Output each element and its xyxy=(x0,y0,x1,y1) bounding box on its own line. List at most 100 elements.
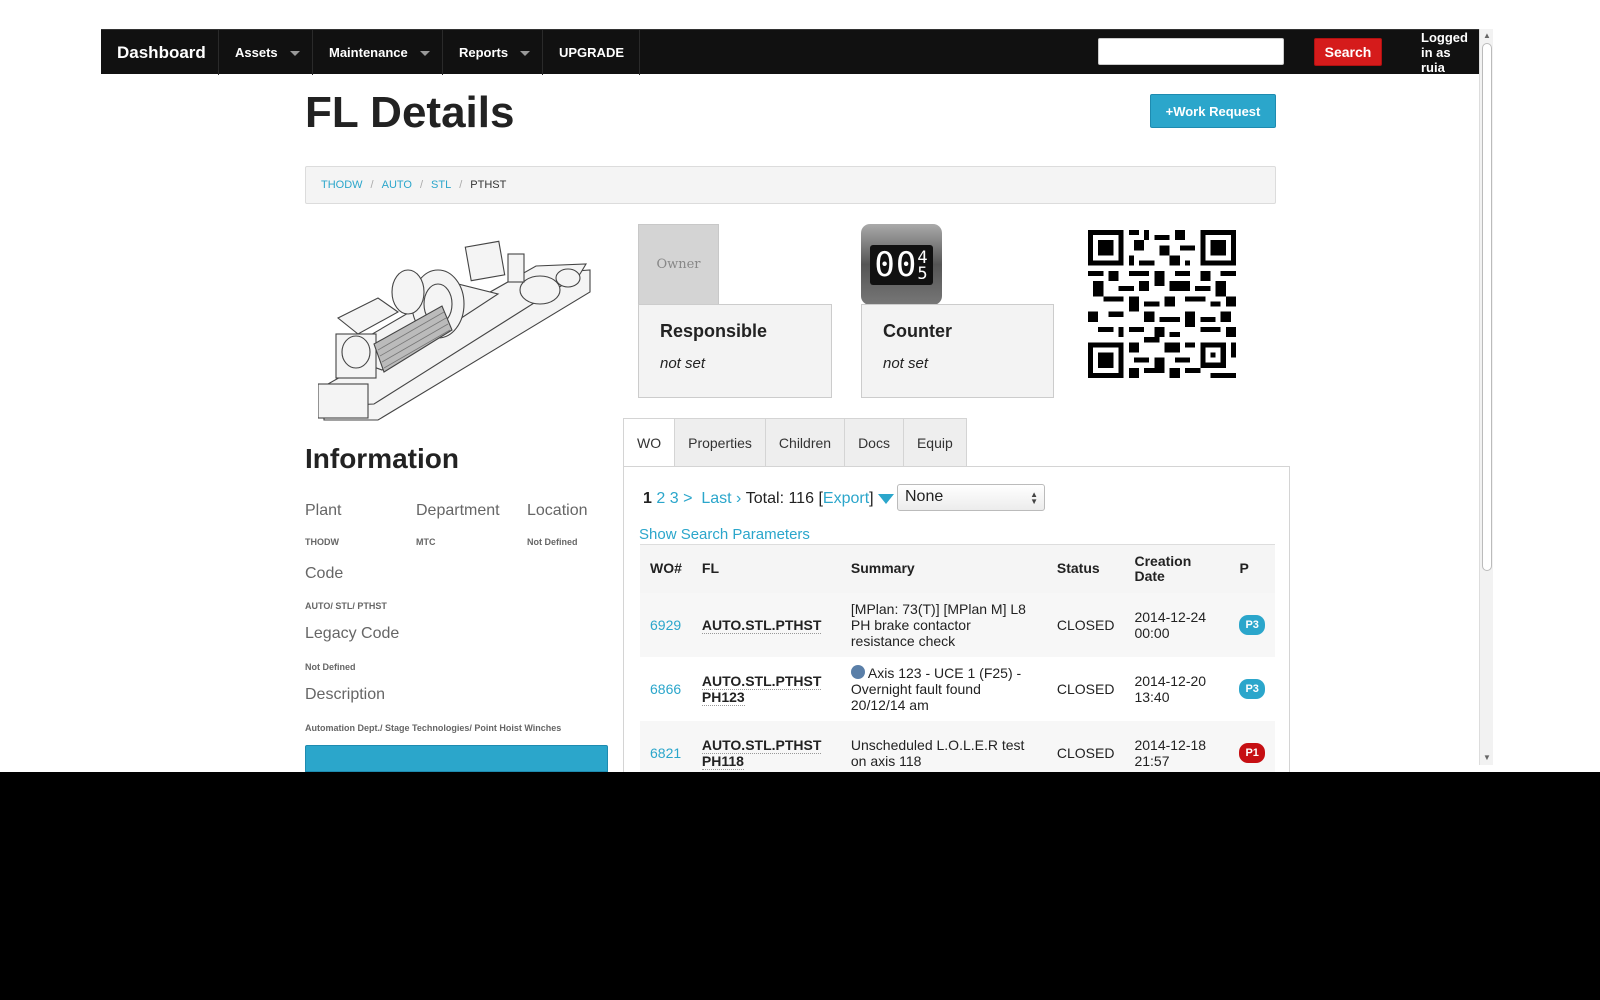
counter-digits: 004 5 xyxy=(870,244,933,285)
export-link[interactable]: Export xyxy=(823,490,869,508)
select-arrows-icon: ▲ ▼ xyxy=(1030,490,1038,506)
wo-summary: [MPlan: 73(T)] [MPlan M] L8 PH brake con… xyxy=(840,592,1047,657)
counter-fixed-digits: 00 xyxy=(874,244,918,285)
breadcrumb: THODW / AUTO / STL / PTHST xyxy=(305,166,1276,204)
table-row: 6821 AUTO.STL.PTHST PH118 Unscheduled L.… xyxy=(640,720,1275,772)
table-row: 6929 AUTO.STL.PTHST [MPlan: 73(T)] [MPla… xyxy=(640,592,1275,657)
tab-properties[interactable]: Properties xyxy=(675,418,766,467)
fl-code[interactable]: AUTO.STL.PTHST PH123 xyxy=(701,672,822,706)
breadcrumb-separator: / xyxy=(370,179,374,191)
priority-badge: P3 xyxy=(1239,614,1265,635)
description-label: Description xyxy=(305,686,386,703)
top-navbar: Dashboard Assets Maintenance Reports UPG… xyxy=(101,29,1490,75)
wo-number-link[interactable]: 6821 xyxy=(650,745,681,761)
fl-code[interactable]: AUTO.STL.PTHST xyxy=(701,616,822,634)
counter-value: not set xyxy=(883,355,929,372)
user-icon xyxy=(850,664,865,679)
tab-docs[interactable]: Docs xyxy=(845,418,904,467)
wo-summary: Unscheduled L.O.L.E.R test on axis 118 xyxy=(840,720,1047,772)
scroll-down-arrow-icon[interactable]: ▼ xyxy=(1480,751,1494,765)
responsible-card: Responsible not set xyxy=(638,304,832,398)
code-label: Code xyxy=(305,565,344,582)
counter-title: Counter xyxy=(883,321,952,341)
column-header-priority[interactable]: P xyxy=(1229,544,1275,593)
total-count: Total: 116 xyxy=(745,490,814,507)
priority-badge: P1 xyxy=(1239,742,1265,763)
wo-summary: Axis 123 - UCE 1 (F25) - Overnight fault… xyxy=(850,664,1022,713)
page-title: FL Details xyxy=(305,88,515,137)
page-next-link[interactable]: > xyxy=(683,490,692,508)
column-header-summary[interactable]: Summary xyxy=(840,544,1047,593)
breadcrumb-link-auto[interactable]: AUTO xyxy=(382,179,412,191)
black-letterbox xyxy=(0,772,1600,1000)
breadcrumb-link-thodw[interactable]: THODW xyxy=(321,179,363,191)
search-button[interactable]: Search xyxy=(1314,38,1382,66)
breadcrumb-current: PTHST xyxy=(470,179,507,191)
counter-card: Counter not set xyxy=(861,304,1054,398)
nav-brand-label: Dashboard xyxy=(117,42,206,62)
plant-label: Plant xyxy=(305,502,342,519)
filter-icon[interactable] xyxy=(877,494,894,504)
nav-menu-label: Assets xyxy=(235,45,278,60)
scroll-up-arrow-icon[interactable]: ▲ xyxy=(1480,29,1494,43)
breadcrumb-separator: / xyxy=(419,179,424,191)
wo-number-link[interactable]: 6866 xyxy=(650,681,681,697)
responsible-title: Responsible xyxy=(660,321,768,341)
code-value: AUTO/ STL/ PTHST xyxy=(305,601,387,611)
wo-status: CLOSED xyxy=(1046,592,1125,657)
nav-upgrade-label: UPGRADE xyxy=(559,45,625,60)
column-header-status[interactable]: Status xyxy=(1046,544,1125,593)
scroll-thumb[interactable] xyxy=(1482,43,1492,571)
nav-menu-reports[interactable]: Reports xyxy=(443,30,543,75)
department-value: MTC xyxy=(416,537,436,547)
wo-creation-date: 2014-12-24 00:00 xyxy=(1124,592,1230,657)
department-label: Department xyxy=(416,502,500,519)
work-request-button[interactable]: +Work Request xyxy=(1150,94,1276,128)
user-menu-label: Logged in as ruia xyxy=(1421,30,1468,75)
wo-status: CLOSED xyxy=(1056,680,1115,697)
location-value: Not Defined xyxy=(527,537,578,547)
nav-upgrade-link[interactable]: UPGRADE xyxy=(543,30,640,75)
nav-menu-assets[interactable]: Assets xyxy=(219,30,313,75)
chevron-down-icon xyxy=(419,51,430,56)
work-order-table: WO# FL Summary Status Creation Date P 69… xyxy=(640,544,1275,772)
nav-dashboard-link[interactable]: Dashboard xyxy=(101,30,219,75)
chevron-down-icon xyxy=(520,51,531,56)
column-header-creation-date[interactable]: Creation Date xyxy=(1124,544,1230,593)
export-bracket-close: ] xyxy=(869,490,874,507)
breadcrumb-link-stl[interactable]: STL xyxy=(431,179,451,191)
breadcrumb-separator: / xyxy=(459,179,463,191)
filter-select[interactable]: None ▲ ▼ xyxy=(897,484,1045,511)
show-search-parameters-link[interactable]: Show Search Parameters xyxy=(639,526,810,543)
asset-image xyxy=(318,240,591,421)
tab-equip[interactable]: Equip xyxy=(903,418,967,467)
fl-code[interactable]: AUTO.STL.PTHST PH118 xyxy=(701,736,822,770)
fl-tabs: WO Properties Children Docs Equip xyxy=(623,418,967,467)
qr-code xyxy=(1088,230,1236,378)
table-header-row: WO# FL Summary Status Creation Date P xyxy=(640,544,1275,593)
page-link-2[interactable]: 2 xyxy=(656,490,665,508)
wo-creation-date: 2014-12-18 21:57 xyxy=(1124,720,1230,772)
page-link-3[interactable]: 3 xyxy=(670,490,679,508)
location-label: Location xyxy=(527,502,588,519)
page-scrollbar[interactable]: ▲ ▼ xyxy=(1479,29,1493,765)
tab-wo[interactable]: WO xyxy=(623,418,676,467)
legacy-code-value: Not Defined xyxy=(305,662,356,672)
information-action-button[interactable] xyxy=(305,745,608,772)
information-heading: Information xyxy=(305,443,459,474)
counter-rolling-digit: 45 xyxy=(917,250,928,283)
counter-icon: 004 5 xyxy=(861,224,942,305)
chevron-down-icon xyxy=(289,51,300,56)
wo-number-link[interactable]: 6929 xyxy=(650,617,681,633)
owner-avatar-placeholder: Owner xyxy=(638,224,719,305)
nav-menu-maintenance[interactable]: Maintenance xyxy=(313,30,443,75)
tab-children[interactable]: Children xyxy=(765,418,846,467)
responsible-value: not set xyxy=(660,355,706,372)
search-input[interactable] xyxy=(1098,38,1284,65)
wo-status: CLOSED xyxy=(1046,720,1125,772)
column-header-fl[interactable]: FL xyxy=(691,544,841,593)
nav-menu-label: Maintenance xyxy=(329,45,408,60)
plant-value: THODW xyxy=(305,537,339,547)
column-header-wo[interactable]: WO# xyxy=(640,544,692,593)
page-last-link[interactable]: Last › xyxy=(701,490,741,508)
